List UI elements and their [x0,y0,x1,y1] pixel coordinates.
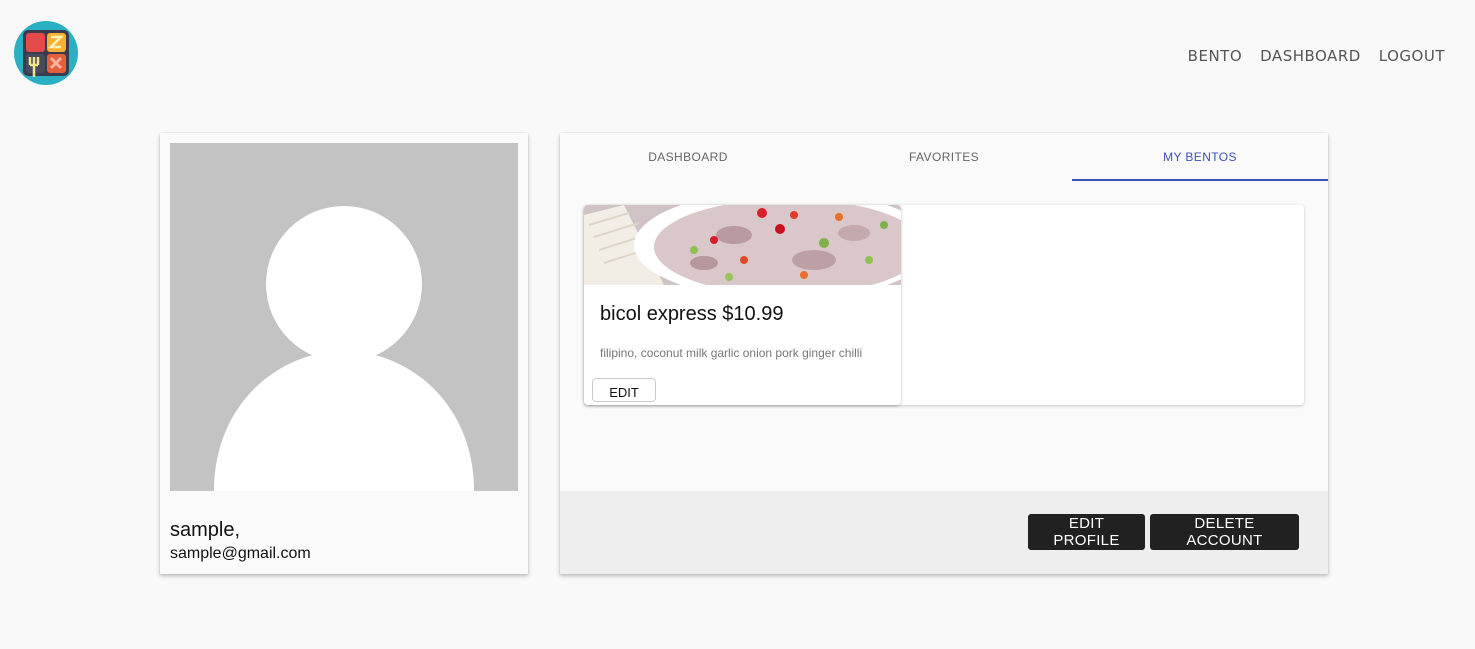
profile-email: sample@gmail.com [170,545,311,562]
user-silhouette-icon [170,143,518,491]
profile-name: sample, [170,519,241,541]
edit-bento-button[interactable]: EDIT [592,378,656,402]
edit-profile-button[interactable]: EDIT PROFILE [1028,514,1145,550]
dashboard-panel: DASHBOARD FAVORITES MY BENTOS bicol expr… [560,133,1328,574]
bento-title: bicol express $10.99 [600,303,784,325]
bento-logo[interactable] [14,21,78,85]
avatar [170,143,518,491]
panel-footer: EDIT PROFILE DELETE ACCOUNT [560,491,1328,574]
bento-food-image [584,205,901,285]
tab-my-bentos[interactable]: MY BENTOS [1072,133,1328,181]
tab-favorites[interactable]: FAVORITES [816,133,1072,181]
bento-logo-icon [14,21,78,85]
bento-card[interactable]: bicol express $10.99 filipino, coconut m… [584,205,901,405]
delete-account-button[interactable]: DELETE ACCOUNT [1150,514,1299,550]
tab-dashboard[interactable]: DASHBOARD [560,133,816,181]
profile-card: sample, sample@gmail.com [160,133,528,574]
tab-bar: DASHBOARD FAVORITES MY BENTOS [560,133,1328,181]
nav-logout[interactable]: LOGOUT [1379,47,1445,65]
bento-description: filipino, coconut milk garlic onion pork… [600,346,863,360]
bento-list: bicol express $10.99 filipino, coconut m… [584,205,1304,405]
top-nav: BENTO DASHBOARD LOGOUT [1188,47,1445,65]
nav-bento[interactable]: BENTO [1188,47,1242,65]
nav-dashboard[interactable]: DASHBOARD [1260,47,1361,65]
